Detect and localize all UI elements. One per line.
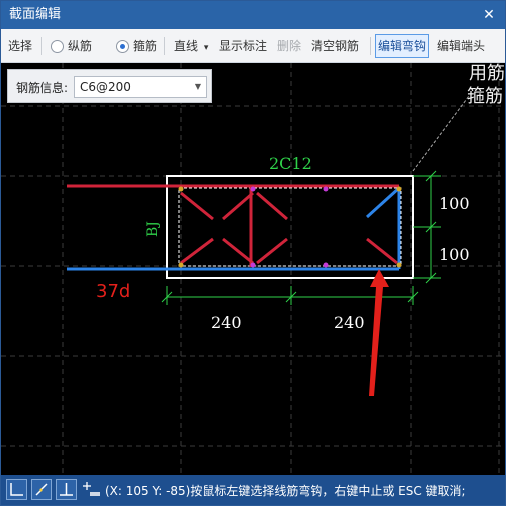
perpendicular-snap-glyph xyxy=(60,483,73,496)
toolbar-divider xyxy=(370,37,371,55)
chevron-down-icon: ▾ xyxy=(203,43,209,53)
tie-hooks xyxy=(180,187,398,267)
edit-end-button[interactable]: 编辑端头 xyxy=(437,29,485,63)
rebar-info-panel: 钢筋信息: C6@200 ▼ xyxy=(7,69,212,103)
corner-text-2: 箍筋 xyxy=(467,86,503,107)
close-icon[interactable]: ✕ xyxy=(479,1,499,29)
dim-right-2: 100 xyxy=(439,245,470,264)
angle-snap-icon[interactable] xyxy=(31,479,52,500)
line-dropdown[interactable]: 直线 ▾ xyxy=(174,29,208,63)
show-annotation-button[interactable]: 显示标注 xyxy=(219,29,267,63)
anchor-length-label: 37d xyxy=(96,281,130,302)
rebar-info-value: C6@200 xyxy=(80,80,131,94)
status-bar: (X: 105 Y: -85)按鼠标左键选择线筋弯钩，右键中止或 ESC 键取消… xyxy=(1,475,505,505)
window-title: 截面编辑 xyxy=(9,7,62,22)
stirrup-radio[interactable] xyxy=(116,40,129,53)
line-label: 直线 xyxy=(174,39,199,53)
select-button[interactable]: 选择 xyxy=(8,29,32,63)
toolbar-divider xyxy=(41,37,42,55)
section-drawing: 用筋 箍筋 2C12 BJ 37d 100 100 240 240 xyxy=(1,63,505,475)
leader-line xyxy=(412,95,470,172)
side-label: BJ xyxy=(145,221,161,237)
dim-right-1: 100 xyxy=(439,194,470,213)
dimension-snap-glyph xyxy=(83,482,100,496)
section-edit-window: 截面编辑 ✕ 选择 纵筋 箍筋 直线 ▾ 显示标注 删除 清空钢筋 编辑弯钩 编… xyxy=(0,0,506,506)
perpendicular-snap-icon[interactable] xyxy=(56,479,77,500)
rebar-info-label: 钢筋信息: xyxy=(16,81,69,95)
pointer-arrow xyxy=(369,269,389,396)
longitudinal-radio[interactable] xyxy=(51,40,64,53)
stirrup-label[interactable]: 箍筋 xyxy=(133,29,157,63)
drawing-canvas[interactable]: 用筋 箍筋 2C12 BJ 37d 100 100 240 240 钢筋信息: … xyxy=(1,63,505,475)
clear-rebar-button[interactable]: 清空钢筋 xyxy=(311,29,359,63)
chevron-down-icon: ▼ xyxy=(194,82,201,91)
rebar-points xyxy=(178,186,402,268)
dimension-snap-icon[interactable] xyxy=(81,479,102,500)
rebar-info-select[interactable]: C6@200 ▼ xyxy=(74,76,207,98)
blue-rebar xyxy=(67,186,401,271)
corner-text-1: 用筋 xyxy=(469,63,505,84)
title-bar: 截面编辑 ✕ xyxy=(1,1,505,29)
stirrup-outline xyxy=(178,187,402,267)
dim-bottom-2: 240 xyxy=(334,313,365,332)
top-rebar-label: 2C12 xyxy=(269,154,312,173)
angle-snap-glyph xyxy=(35,483,48,496)
ortho-snap-glyph xyxy=(10,483,23,496)
ortho-snap-icon[interactable] xyxy=(6,479,27,500)
toolbar-divider xyxy=(164,37,165,55)
section-outline xyxy=(166,175,414,279)
toolbar: 选择 纵筋 箍筋 直线 ▾ 显示标注 删除 清空钢筋 编辑弯钩 编辑端头 xyxy=(1,29,505,63)
longitudinal-label[interactable]: 纵筋 xyxy=(68,29,92,63)
edit-hook-button[interactable]: 编辑弯钩 xyxy=(375,34,430,58)
dim-bottom-1: 240 xyxy=(211,313,242,332)
delete-button[interactable]: 删除 xyxy=(277,29,301,63)
status-text: (X: 105 Y: -85)按鼠标左键选择线筋弯钩，右键中止或 ESC 键取消… xyxy=(105,484,466,498)
